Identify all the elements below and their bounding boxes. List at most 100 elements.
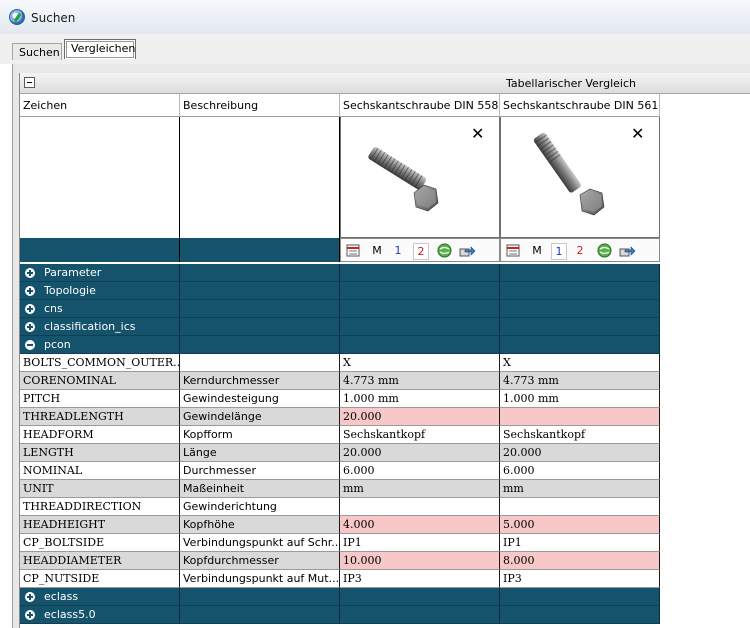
cell-product-2-value: [500, 408, 660, 426]
group-cell: [180, 282, 340, 300]
table-view-icon[interactable]: [506, 243, 521, 258]
image-cell-blank: [180, 117, 340, 238]
cell-product-2-value: 20.000: [500, 444, 660, 462]
cell-description: Gewindelänge: [180, 408, 340, 426]
cell-product-2-value: Sechskantkopf: [500, 426, 660, 444]
table-row[interactable]: HEADFORM Kopfform Sechskantkopf Sechskantko…: [20, 426, 660, 444]
title-bar: Suchen: [0, 0, 750, 35]
table-row[interactable]: HEADDIAMETER Kopfdurchmesser 10.000 8.000: [20, 552, 660, 570]
group-row[interactable]: pcon: [20, 336, 660, 354]
column-header-sign[interactable]: Zeichen: [20, 94, 180, 117]
column-header-description[interactable]: Beschreibung: [180, 94, 340, 117]
metric-button[interactable]: M: [531, 243, 543, 258]
expand-group-icon[interactable]: [25, 592, 35, 602]
cell-sign: HEADFORM: [20, 426, 180, 444]
view-1-button[interactable]: 1: [551, 243, 567, 260]
expand-group-icon[interactable]: [25, 610, 35, 620]
group-cell: [340, 318, 500, 336]
cell-description: Verbindungspunkt auf Mut...: [180, 570, 340, 588]
view-2-button[interactable]: 2: [573, 243, 587, 258]
group-cell: [500, 606, 660, 624]
cell-sign: CP_NUTSIDE: [20, 570, 180, 588]
cell-product-1-value: 20.000: [340, 444, 500, 462]
table-row[interactable]: THREADDIRECTION Gewinderichtung: [20, 498, 660, 516]
table-row[interactable]: HEADHEIGHT Kopfhöhe 4.000 5.000: [20, 516, 660, 534]
group-row[interactable]: eclass5.0: [20, 606, 660, 624]
group-row[interactable]: cns: [20, 300, 660, 318]
product-2-preview: ✕: [500, 117, 660, 238]
group-cell: [180, 606, 340, 624]
cell-product-2-value: 5.000: [500, 516, 660, 534]
group-label: eclass5.0: [44, 608, 96, 621]
tab-search[interactable]: Suchen: [12, 43, 62, 60]
collapse-icon[interactable]: [24, 77, 35, 88]
product-1-preview: ✕: [340, 117, 500, 238]
group-cell: [340, 264, 500, 282]
metric-button[interactable]: M: [371, 243, 383, 258]
cell-sign: HEADHEIGHT: [20, 516, 180, 534]
table-row[interactable]: UNIT Maßeinheit mm mm: [20, 480, 660, 498]
cell-sign: BOLTS_COMMON_OUTER...: [20, 354, 180, 372]
product-1-toolbar: M 1 2: [340, 238, 500, 262]
cell-sign: CP_BOLTSIDE: [20, 534, 180, 552]
table-view-icon[interactable]: [346, 243, 361, 258]
comparison-header: Tabellarischer Vergleich: [20, 73, 750, 94]
table-row[interactable]: CP_NUTSIDE Verbindungspunkt auf Mut... IP3…: [20, 570, 660, 588]
cell-description: Kerndurchmesser: [180, 372, 340, 390]
globe-icon[interactable]: [437, 243, 452, 258]
tab-strip: Suchen Vergleichen: [0, 34, 750, 64]
cell-product-1-value: 6.000: [340, 462, 500, 480]
table-row[interactable]: NOMINAL Durchmesser 6.000 6.000: [20, 462, 660, 480]
cell-sign: HEADDIAMETER: [20, 552, 180, 570]
cell-product-2-value: mm: [500, 480, 660, 498]
remove-product-2-button[interactable]: ✕: [631, 126, 644, 142]
expand-group-icon[interactable]: [25, 322, 35, 332]
cell-product-2-value: 4.773 mm: [500, 372, 660, 390]
table-row[interactable]: PITCH Gewindesteigung 1.000 mm 1.000 mm: [20, 390, 660, 408]
table-row[interactable]: THREADLENGTH Gewindelänge 20.000: [20, 408, 660, 426]
group-cell: [500, 282, 660, 300]
cell-product-2-value: IP3: [500, 570, 660, 588]
remove-product-1-button[interactable]: ✕: [471, 126, 484, 142]
group-row[interactable]: classification_ics: [20, 318, 660, 336]
group-row[interactable]: Parameter: [20, 264, 660, 282]
group-row[interactable]: eclass: [20, 588, 660, 606]
hex-bolt-long-thread-image: [356, 125, 456, 225]
export-arrow-icon[interactable]: [619, 243, 636, 258]
cell-sign: THREADLENGTH: [20, 408, 180, 426]
group-label: classification_ics: [44, 320, 136, 333]
cell-description: Länge: [180, 444, 340, 462]
group-cell: [180, 300, 340, 318]
group-cell: [340, 588, 500, 606]
export-arrow-icon[interactable]: [459, 243, 476, 258]
group-cell: pcon: [20, 336, 180, 354]
expand-group-icon[interactable]: [25, 268, 35, 278]
expand-group-icon[interactable]: [25, 286, 35, 296]
cell-description: Maßeinheit: [180, 480, 340, 498]
group-label: pcon: [44, 338, 71, 351]
toolbar-row-blank: [20, 238, 180, 262]
group-row[interactable]: Topologie: [20, 282, 660, 300]
cell-product-1-value: IP1: [340, 534, 500, 552]
window-title: Suchen: [31, 11, 76, 25]
column-header-product-1[interactable]: Sechskantschraube DIN 558 M6: [340, 94, 500, 117]
cell-sign: CORENOMINAL: [20, 372, 180, 390]
globe-icon[interactable]: [597, 243, 612, 258]
table-row[interactable]: CP_BOLTSIDE Verbindungspunkt auf Schr... I…: [20, 534, 660, 552]
group-label: Parameter: [44, 266, 102, 279]
column-header-product-2[interactable]: Sechskantschraube DIN 561 M6: [500, 94, 660, 117]
cell-product-2-value: X: [500, 354, 660, 372]
search-app-icon: [9, 9, 25, 25]
cell-description: Durchmesser: [180, 462, 340, 480]
cell-product-1-value: 1.000 mm: [340, 390, 500, 408]
expand-group-icon[interactable]: [25, 304, 35, 314]
table-row[interactable]: CORENOMINAL Kerndurchmesser 4.773 mm 4.773 …: [20, 372, 660, 390]
hex-bolt-short-thread-image: [516, 125, 616, 225]
group-label: Topologie: [44, 284, 96, 297]
table-row[interactable]: BOLTS_COMMON_OUTER... X X: [20, 354, 660, 372]
view-2-button[interactable]: 2: [413, 243, 429, 260]
collapse-group-icon[interactable]: [25, 340, 35, 350]
view-1-button[interactable]: 1: [391, 243, 405, 258]
tab-compare[interactable]: Vergleichen: [64, 39, 136, 59]
table-row[interactable]: LENGTH Länge 20.000 20.000: [20, 444, 660, 462]
